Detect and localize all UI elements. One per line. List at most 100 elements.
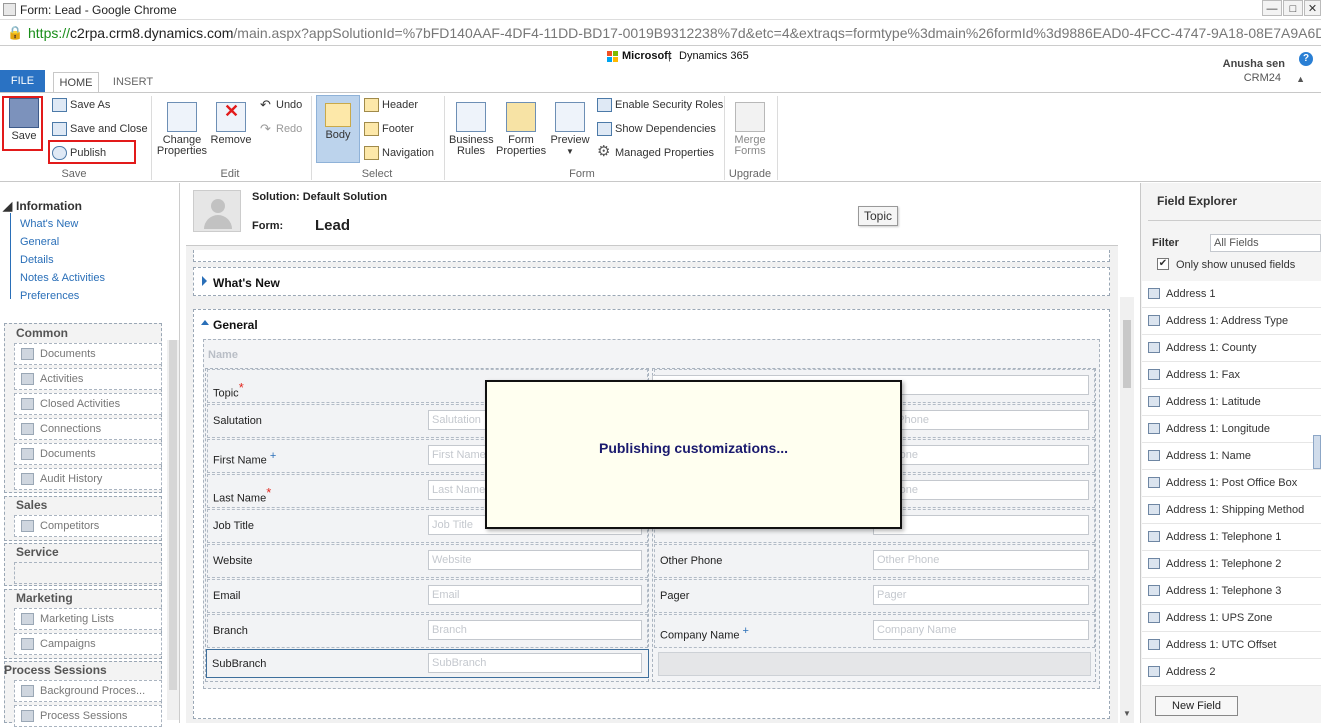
field-other-phone[interactable]: Other Phone Other Phone [654,544,1095,578]
company-name-input[interactable]: Company Name [873,620,1089,640]
field-list-item[interactable]: Address 1: County [1142,335,1321,362]
form-scrollbar[interactable]: ▼ [1120,297,1134,723]
remove-button[interactable]: ✕ Remove [210,102,252,146]
business-rules-button[interactable]: Business Rules [449,102,494,157]
tab-whats-new[interactable] [193,267,1110,296]
form-properties-button[interactable]: Form Properties [496,102,546,157]
nav-scroll-thumb[interactable] [169,340,177,690]
nav-link-details[interactable]: Details [20,254,54,266]
field-list-item[interactable]: Address 1: UPS Zone [1142,605,1321,632]
field-explorer-divider [1148,220,1321,221]
field-list-item[interactable]: Address 1: Latitude [1142,389,1321,416]
field-list-item[interactable]: Address 1: UTC Offset [1142,632,1321,659]
minimize-button[interactable]: — [1262,0,1282,16]
field-right-5-input[interactable] [873,515,1089,535]
help-icon[interactable]: ? [1299,52,1313,66]
change-properties-button[interactable]: Change Properties [156,102,208,157]
other-phone-input[interactable]: Other Phone [873,550,1089,570]
chevron-up-icon[interactable]: ▲ [1296,74,1305,84]
header-button[interactable]: Header [364,96,418,116]
enable-security-roles-button[interactable]: Enable Security Roles [597,96,723,116]
nav-scrollbar[interactable] [167,340,179,720]
nav-item-campaigns[interactable]: Campaigns [14,633,162,655]
url-text[interactable]: https://c2rpa.crm8.dynamics.com/main.asp… [28,25,1321,41]
nav-collapse-icon[interactable]: ◢ [3,199,12,213]
field-branch[interactable]: Branch Branch [207,614,648,648]
nav-link-general[interactable]: General [20,236,59,248]
nav-heading-information[interactable]: Information [16,199,82,213]
branch-input[interactable]: Branch [428,620,642,640]
field-list-item[interactable]: Address 1: Shipping Method [1142,497,1321,524]
nav-item-process-sessions[interactable]: Process Sessions [14,705,162,727]
nav-item-connections[interactable]: Connections [14,418,162,440]
nav-item-closed-activities[interactable]: Closed Activities [14,393,162,415]
field-list-item[interactable]: Address 1: Fax [1142,362,1321,389]
scroll-down-icon[interactable]: ▼ [1123,709,1131,718]
maximize-button[interactable]: □ [1283,0,1303,16]
nav-link-whats-new[interactable]: What's New [20,218,78,230]
expand-arrow-icon[interactable] [202,276,207,286]
field-list-item[interactable]: Address 1: Post Office Box [1142,470,1321,497]
tab-home[interactable]: HOME [53,72,99,92]
preview-button[interactable]: Preview ▼ [549,102,591,157]
footer-button[interactable]: Footer [364,120,414,140]
business-phone-input[interactable]: ess Phone [873,410,1089,430]
nav-link-notes-activities[interactable]: Notes & Activities [20,272,105,284]
tab-file[interactable]: FILE [0,70,45,92]
save-as-button[interactable]: Save As [52,96,110,116]
field-icon [1148,288,1160,299]
managed-properties-button[interactable]: ⚙ Managed Properties [597,143,714,164]
field-icon [1148,666,1160,677]
website-input[interactable]: Website [428,550,642,570]
new-field-button[interactable]: New Field [1155,696,1238,716]
nav-item-audit-history[interactable]: Audit History [14,468,162,490]
home-phone-input[interactable]: e Phone [873,445,1089,465]
mobile-phone-input[interactable]: e Phone [873,480,1089,500]
nav-item-marketing-lists[interactable]: Marketing Lists [14,608,162,630]
footer-icon [364,122,379,136]
field-list-item[interactable]: Address 1: Address Type [1142,308,1321,335]
field-list-item[interactable]: Address 1: Name [1142,443,1321,470]
nav-item-competitors[interactable]: Competitors [14,515,162,537]
field-list-item[interactable]: Address 1: Telephone 3 [1142,578,1321,605]
solution-label: Solution: Default Solution [252,191,388,203]
field-list-item[interactable]: Address 1: Longitude [1142,416,1321,443]
pager-input[interactable]: Pager [873,585,1089,605]
empty-cell[interactable] [658,652,1091,676]
field-list-item[interactable]: Address 1: Telephone 1 [1142,524,1321,551]
user-name[interactable]: Anusha sen [1223,58,1285,70]
field-email[interactable]: Email Email [207,579,648,613]
close-window-button[interactable]: ✕ [1304,0,1321,16]
show-dependencies-button[interactable]: Show Dependencies [597,120,716,140]
field-company-name[interactable]: Company Name + Company Name [654,614,1095,648]
undo-button[interactable]: ↶ Undo [258,96,302,116]
ribbon-divider [724,96,725,180]
tab-insert[interactable]: INSERT [108,72,158,92]
nav-item-activities[interactable]: Activities [14,368,162,390]
field-website[interactable]: Website Website [207,544,648,578]
body-button[interactable]: Body [316,95,360,163]
subbranch-input[interactable]: SubBranch [428,653,642,673]
header-strip[interactable] [193,250,1110,262]
email-input[interactable]: Email [428,585,642,605]
filter-dropdown[interactable]: All Fields [1210,234,1321,252]
field-list-item[interactable]: Address 1 [1142,281,1321,308]
field-list-scroll-handle[interactable] [1313,435,1321,469]
nav-item-background-processes[interactable]: Background Proces... [14,680,162,702]
field-list-item[interactable]: Address 1: Telephone 2 [1142,551,1321,578]
field-list-item[interactable]: Address 2 [1142,659,1321,686]
address-bar[interactable]: 🔒 https://c2rpa.crm8.dynamics.com/main.a… [0,20,1321,46]
redo-button[interactable]: ↷ Redo [258,120,302,140]
unused-fields-checkbox[interactable]: ✔ [1157,258,1169,270]
navigation-button[interactable]: Navigation [364,144,434,164]
nav-item-documents[interactable]: Documents [14,343,162,365]
form-scroll-thumb[interactable] [1123,320,1131,388]
field-pager[interactable]: Pager Pager [654,579,1095,613]
merge-forms-button[interactable]: Merge Forms [728,102,772,157]
collapse-arrow-icon[interactable] [201,320,209,325]
field-subbranch[interactable]: SubBranch SubBranch [206,649,649,678]
save-and-close-button[interactable]: Save and Close [52,120,148,140]
field-icon [1148,531,1160,542]
nav-item-documents-2[interactable]: Documents [14,443,162,465]
nav-link-preferences[interactable]: Preferences [20,290,79,302]
